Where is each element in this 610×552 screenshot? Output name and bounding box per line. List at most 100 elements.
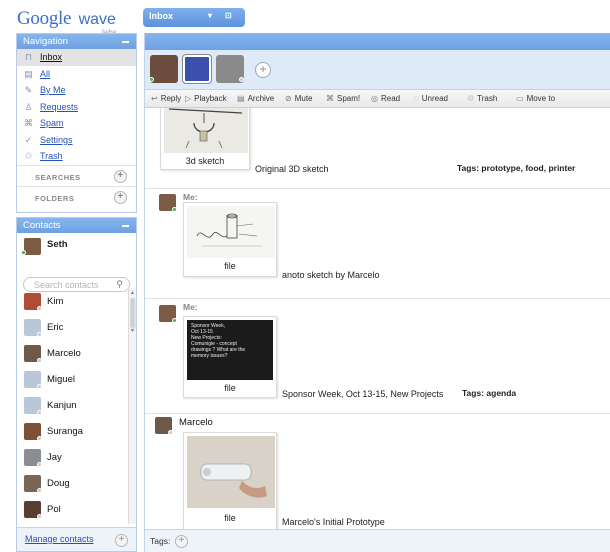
reply-button[interactable]: ↩ Reply — [151, 94, 181, 103]
collapse-icon[interactable] — [122, 225, 129, 227]
unread-button[interactable]: ◌ Unread — [414, 94, 448, 103]
sidebar-item-all[interactable]: ▤ All — [17, 66, 136, 83]
blip-author: Marcelo — [179, 417, 213, 428]
sidebar-item-label: Requests — [40, 101, 79, 112]
contact-name: Kanjun — [47, 400, 77, 411]
online-status-dot — [172, 318, 177, 323]
contact-item[interactable]: Marcelo — [17, 342, 129, 368]
toolbar-button-label: Playback — [194, 94, 227, 103]
contact-item[interactable]: Miguel — [17, 368, 129, 394]
inbox-icon: ⊓ — [24, 52, 33, 62]
participants-bar: + — [145, 50, 610, 90]
contact-name: Doug — [47, 478, 70, 489]
sidebar-item-label: Trash — [40, 151, 63, 161]
contact-item[interactable]: Suranga — [17, 420, 129, 446]
offline-status-dot — [37, 358, 42, 363]
contact-name: Eric — [47, 322, 64, 333]
participant-avatar[interactable] — [182, 54, 212, 84]
search-contacts-placeholder: Search contacts — [34, 280, 99, 290]
participant-avatar[interactable] — [149, 55, 178, 83]
blip[interactable]: 3d sketch Original 3D sketch Tags: proto… — [145, 108, 610, 180]
pin-icon[interactable]: ⊡ — [225, 11, 232, 20]
archive-button[interactable]: ▤ Archive — [237, 94, 274, 103]
trash-icon: ♲ — [24, 151, 33, 161]
move-to-button[interactable]: ▭ Move to — [516, 94, 555, 103]
contact-item[interactable]: Eric — [17, 316, 129, 342]
avatar — [159, 305, 177, 323]
sidebar-item-label: Inbox — [40, 52, 63, 62]
mute-button[interactable]: ⊘ Mute — [285, 94, 313, 103]
anoto-sketch-drawing — [187, 206, 275, 258]
printer-sketch-image — [164, 108, 248, 153]
blip[interactable]: Me: Sponsor Week, Oct 13-15 New Projects: C… — [145, 298, 610, 413]
spam-icon: ⌘ — [326, 94, 334, 103]
scrollbar-thumb[interactable] — [130, 298, 135, 328]
sidebar-item-label: By Me — [40, 85, 66, 95]
file-thumbnail[interactable]: file — [183, 432, 277, 529]
contact-item[interactable]: Doug — [17, 472, 129, 498]
folders-section[interactable]: FOLDERS + — [17, 185, 136, 207]
add-contact-button[interactable]: + — [115, 534, 128, 547]
blip-area: 3d sketch Original 3D sketch Tags: proto… — [145, 108, 610, 529]
file-thumbnail[interactable]: Sponsor Week, Oct 13-15 New Projects: Comun… — [183, 316, 277, 398]
contact-item[interactable]: Jay — [17, 446, 129, 472]
contact-item[interactable]: Kim — [17, 290, 129, 316]
playback-button[interactable]: ▷ Playback — [185, 94, 227, 103]
sidebar-item-requests[interactable]: ♙ Requests — [17, 99, 136, 116]
sidebar-item-by-me[interactable]: ✎ By Me — [17, 82, 136, 99]
blip-text: Marcelo's Initial Prototype — [282, 517, 385, 527]
contact-item[interactable]: Kanjun — [17, 394, 129, 420]
scroll-up-icon[interactable]: ▲ — [129, 290, 136, 298]
toolbar-button-label: Trash — [477, 94, 498, 103]
scroll-down-icon[interactable]: ▼ — [129, 328, 136, 336]
inbox-tab[interactable]: Inbox ▾ ⊡ — [143, 8, 245, 27]
avatar — [155, 417, 173, 435]
online-status-dot — [149, 77, 154, 82]
add-tag-button[interactable]: + — [175, 535, 188, 548]
blip[interactable]: Marcelo file Marcelo's Initial Prototype — [145, 413, 610, 529]
sidebar-item-spam[interactable]: ⌘ Spam — [17, 115, 136, 132]
contact-list: Kim Eric Marcelo Miguel Kanjun Suranga Jay Doug… — [17, 290, 129, 527]
searches-section[interactable]: SEARCHES + — [17, 164, 136, 186]
sidebar-item-settings[interactable]: ✓ Settings — [17, 132, 136, 149]
contact-list-scrollbar[interactable]: ▲ ▼ — [128, 288, 136, 524]
add-folder-button[interactable]: + — [114, 190, 127, 204]
file-thumbnail[interactable]: 3d sketch — [160, 108, 250, 170]
sidebar-item-label: Spam — [40, 118, 64, 128]
contacts-header: Contacts — [17, 218, 136, 233]
archive-icon: ▤ — [237, 94, 245, 103]
spam-button[interactable]: ⌘ Spam! — [326, 94, 360, 103]
read-button[interactable]: ◎ Read — [371, 94, 400, 103]
file-caption: file — [224, 383, 236, 393]
avatar — [21, 238, 41, 255]
all-icon: ▤ — [24, 68, 33, 79]
sidebar-item-trash[interactable]: ♲ Trash — [17, 148, 136, 165]
searches-label: SEARCHES — [35, 172, 81, 182]
file-thumbnail[interactable]: file — [183, 202, 277, 277]
file-caption: file — [224, 261, 236, 271]
sidebar-item-inbox[interactable]: ⊓ Inbox — [17, 49, 136, 66]
navigation-title: Navigation — [23, 36, 68, 47]
avatar — [24, 475, 42, 493]
offline-status-dot — [37, 384, 42, 389]
collapse-icon[interactable] — [122, 41, 129, 43]
trash-button[interactable]: ♲ Trash — [467, 94, 497, 103]
logo-wave-text: wave — [78, 11, 116, 28]
add-search-button[interactable]: + — [114, 169, 127, 183]
unread-icon: ◌ — [414, 94, 419, 103]
me-contact[interactable]: Seth — [17, 233, 136, 273]
navigation-panel: Navigation ⊓ Inbox ▤ All ✎ By Me ♙ Requests ⌘ Spa… — [16, 33, 137, 213]
avatar — [24, 319, 42, 337]
logo-google: Google — [17, 8, 76, 29]
contact-item[interactable]: Pol — [17, 498, 129, 524]
mute-icon: ⊘ — [285, 94, 292, 103]
manage-contacts-link[interactable]: Manage contacts — [25, 534, 94, 544]
me-name: Seth — [47, 239, 68, 250]
participant-avatar[interactable] — [216, 55, 244, 83]
toolbar-button-label: Archive — [247, 94, 275, 103]
add-participant-button[interactable]: + — [255, 62, 271, 78]
online-status-dot — [21, 250, 26, 255]
sidebar-item-label: Settings — [40, 134, 73, 145]
blip[interactable]: Me: file anoto sketch by Marcelo — [145, 188, 610, 298]
chevron-down-icon[interactable]: ▾ — [208, 11, 212, 20]
